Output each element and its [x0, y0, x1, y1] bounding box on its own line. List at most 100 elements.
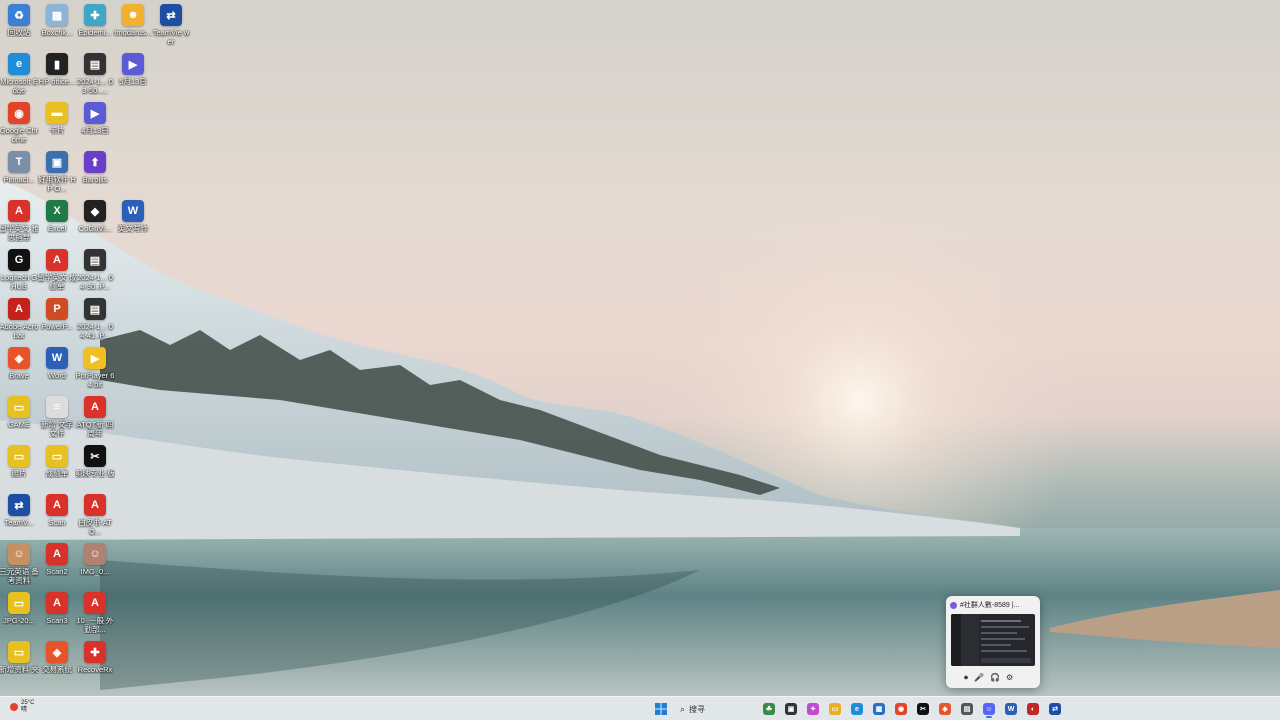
- reflection: [100, 560, 700, 690]
- desktop-app-icon: ▦: [46, 4, 68, 26]
- desktop-app-icon: ☺: [8, 543, 30, 565]
- taskbar-app-button[interactable]: ◉: [890, 700, 912, 718]
- desktop-icon[interactable]: ▶ 5月13日: [114, 53, 152, 86]
- desktop-icon[interactable]: ♻ 回收站: [0, 4, 38, 37]
- start-button[interactable]: [652, 700, 670, 718]
- desktop-icon[interactable]: A ATQT新 四周年: [76, 396, 114, 438]
- taskbar-app-button[interactable]: W: [1000, 700, 1022, 718]
- weather-widget[interactable]: 25°C 晴: [10, 700, 34, 714]
- desktop-icon[interactable]: ✚ Epidemi...: [76, 4, 114, 37]
- taskbar-app-button[interactable]: ▭: [824, 700, 846, 718]
- forest: [100, 330, 780, 495]
- desktop-app-icon: ▮: [46, 53, 68, 75]
- store-icon: ▦: [873, 703, 885, 715]
- taskbar-app-button[interactable]: ◈: [934, 700, 956, 718]
- desktop-app-icon: ▤: [84, 53, 106, 75]
- desktop-icon-label: RecoveRx: [77, 665, 113, 674]
- desktop-icon[interactable]: ◈ Brave: [0, 347, 38, 380]
- desktop-icon[interactable]: A Scan3: [38, 592, 76, 625]
- desktop-icon[interactable]: P PowerP...: [38, 298, 76, 331]
- preview-thumbnail[interactable]: [951, 614, 1035, 666]
- desktop-icon[interactable]: ▮ HP office...: [38, 53, 76, 86]
- desktop-icon[interactable]: T Pinnacl...: [0, 151, 38, 184]
- desktop-icon[interactable]: W Word: [38, 347, 76, 380]
- taskbar-window-preview[interactable]: #社群人數-8589 |... ⏺ 🎤 🎧 ⚙: [946, 596, 1040, 688]
- taskbar-search-box[interactable]: ⌕ 搜寻: [676, 702, 758, 716]
- desktop-icon-label: PowerP...: [41, 322, 73, 331]
- desktop-icon[interactable]: ☺ IMG_0...: [76, 543, 114, 576]
- desktop-icon-label: 4月13日: [81, 126, 109, 135]
- desktop-app-icon: A: [46, 543, 68, 565]
- taskbar-app-button[interactable]: ▦: [868, 700, 890, 718]
- desktop-icon[interactable]: ▶ 4月13日: [76, 102, 114, 135]
- preview-controls: ⏺ 🎤 🎧 ⚙: [964, 673, 1013, 683]
- desktop-icon[interactable]: e Microsoft Edge: [0, 53, 38, 95]
- desktop-icon[interactable]: A 10_一般 外勤部...: [76, 592, 114, 634]
- desktop-icon[interactable]: ▶ PotPlayer 64 bit: [76, 347, 114, 389]
- desktop-icon-label: 剪映专业 版: [75, 469, 115, 478]
- desktop-icon[interactable]: ▭ JPG-20...: [0, 592, 38, 625]
- desktop-app-icon: A: [84, 494, 106, 516]
- desktop-icon-label: tmgdarus...: [114, 28, 152, 37]
- desktop-icon-label: 交易系统: [42, 665, 72, 674]
- desktop-icon-label: CoGuVi...: [78, 224, 112, 233]
- taskbar-app-button[interactable]: ⇄: [1044, 700, 1066, 718]
- desktop-app-icon: W: [46, 347, 68, 369]
- desktop-icon[interactable]: ▭ 照片: [0, 445, 38, 478]
- desktop-icon[interactable]: ✂ 剪映专业 版: [75, 445, 115, 478]
- record-icon[interactable]: ⏺: [964, 673, 968, 683]
- microphone-icon[interactable]: 🎤: [974, 673, 984, 683]
- desktop-icon[interactable]: ≡ 新增 文字 文件: [38, 396, 76, 438]
- taskbar-app-button[interactable]: ▤: [956, 700, 978, 718]
- desktop-icon[interactable]: ◆ CoGuVi...: [76, 200, 114, 233]
- desktop-icon[interactable]: ◉ Google Chrome: [0, 102, 38, 144]
- taskbar-app-button[interactable]: ☺: [978, 700, 1000, 718]
- desktop-icon-label: HP office...: [38, 77, 76, 86]
- desktop-icon[interactable]: ✚ RecoveRx: [76, 641, 114, 674]
- desktop-icon[interactable]: ⇄ TeamVie wer: [152, 4, 190, 46]
- desktop-icon[interactable]: X Excel: [38, 200, 76, 233]
- desktop-app-icon: A: [8, 298, 30, 320]
- taskbar-app-button[interactable]: ◐: [1022, 700, 1044, 718]
- desktop-icon[interactable]: ⬆ Barojlis: [76, 151, 114, 184]
- taskbar-app-button[interactable]: ✂: [912, 700, 934, 718]
- windows-logo-icon: [655, 703, 667, 715]
- desktop-icon[interactable]: ◈ 交易系统: [38, 641, 76, 674]
- desktop-icon[interactable]: ☺ 三元英语 备考资料: [0, 543, 39, 585]
- desktop-icon[interactable]: G Logitech G HUB: [0, 249, 38, 291]
- desktop-icon-label: 新增 文字 文件: [40, 420, 74, 438]
- desktop-icon[interactable]: ⇄ TeamV...: [0, 494, 38, 527]
- desktop-icon[interactable]: ▭ 新增资料 夹: [0, 641, 39, 674]
- desktop-app-icon: A: [84, 396, 106, 418]
- desktop-icon[interactable]: ▭ 成绩单: [38, 445, 76, 478]
- headphones-icon[interactable]: 🎧: [990, 673, 1000, 683]
- desktop-app-icon: ▤: [84, 249, 106, 271]
- desktop-icon[interactable]: A 留学英文 雅思指导: [0, 200, 39, 242]
- search-icon: ⌕: [680, 703, 686, 714]
- desktop-icon[interactable]: A 留学英文 成绩单: [37, 249, 77, 291]
- desktop-icon[interactable]: A Adobe Acrobat: [0, 298, 38, 340]
- taskbar-app-button[interactable]: ☘: [758, 700, 780, 718]
- desktop-icon[interactable]: A Scan: [38, 494, 76, 527]
- desktop-icon[interactable]: ▤ 2024-1... 04-41_P...: [76, 298, 114, 340]
- desktop-icon[interactable]: ▦ Boxcrik...: [38, 4, 76, 37]
- desktop-icon[interactable]: ▭ GAME: [0, 396, 38, 429]
- taskbar-app-button[interactable]: ✦: [802, 700, 824, 718]
- desktop-icon[interactable]: ☻ tmgdarus...: [114, 4, 152, 37]
- desktop-icon-label: JPG-20...: [3, 616, 35, 625]
- taskbar-app-button[interactable]: e: [846, 700, 868, 718]
- desktop-icon[interactable]: W 英文写作: [114, 200, 152, 233]
- desktop-app-icon: ◈: [46, 641, 68, 663]
- taskbar-apps: ☘ ▣ ✦ ▭ e ▦ ◉ ✂ ◈ ▤ ☺ W ◐ ⇄: [758, 700, 1066, 718]
- desktop-icon[interactable]: ▬ 卡片: [38, 102, 76, 135]
- desktop-app-icon: ✚: [84, 641, 106, 663]
- desktop-icon[interactable]: ▤ 2024-1... 04-30_P...: [76, 249, 114, 291]
- desktop-app-icon: ☻: [122, 4, 144, 26]
- desktop-icon[interactable]: ▣ 好用软件 HP O...: [38, 151, 76, 193]
- desktop-icon[interactable]: ▤ 2024-1... 03-50_...: [76, 53, 114, 95]
- desktop-icon[interactable]: A Scan2: [38, 543, 76, 576]
- settings-icon[interactable]: ⚙: [1006, 673, 1013, 683]
- desktop-icon[interactable]: A 白皮书 ATQ...: [76, 494, 114, 536]
- brave-icon: ◈: [939, 703, 951, 715]
- taskbar-app-button[interactable]: ▣: [780, 700, 802, 718]
